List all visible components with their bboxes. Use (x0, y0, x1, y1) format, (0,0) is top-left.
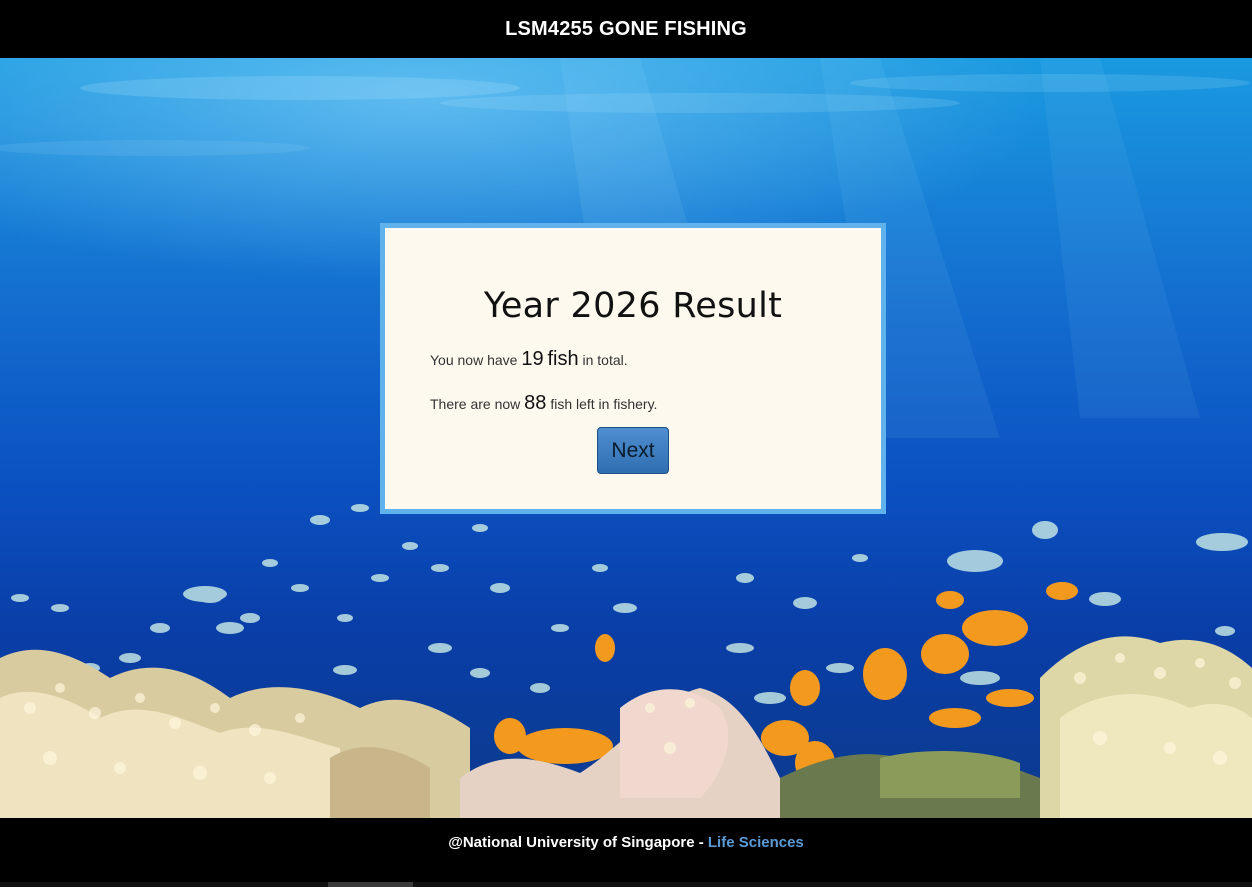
fishery-value: 88 (524, 392, 547, 414)
result-dialog: Year 2026 Result You now have 19 fish in… (380, 223, 886, 514)
life-sciences-link[interactable]: Life Sciences (708, 834, 804, 851)
fish-total-value: 19 (521, 348, 544, 370)
fishery-suffix: fish left in fishery. (550, 396, 658, 412)
fish-total-unit: fish (547, 348, 579, 370)
bottom-strip-highlight (328, 882, 413, 887)
next-button[interactable]: Next (597, 427, 669, 474)
footer: @National University of Singapore - Life… (0, 818, 1252, 887)
fishery-line: There are now 88 fish left in fishery. (430, 392, 657, 415)
bottom-strip (0, 882, 1252, 887)
fish-total-suffix: in total. (582, 352, 628, 368)
fish-total-line: You now have 19 fish in total. (430, 348, 628, 371)
result-title: Year 2026 Result (483, 286, 783, 326)
fishery-prefix: There are now (430, 396, 521, 412)
top-bar: LSM4255 GONE FISHING (0, 0, 1252, 58)
fish-total-prefix: You now have (430, 352, 518, 368)
app-title: LSM4255 GONE FISHING (505, 17, 747, 40)
footer-text: @National University of Singapore - Life… (448, 834, 804, 851)
footer-copyright: @National University of Singapore - (448, 834, 708, 851)
